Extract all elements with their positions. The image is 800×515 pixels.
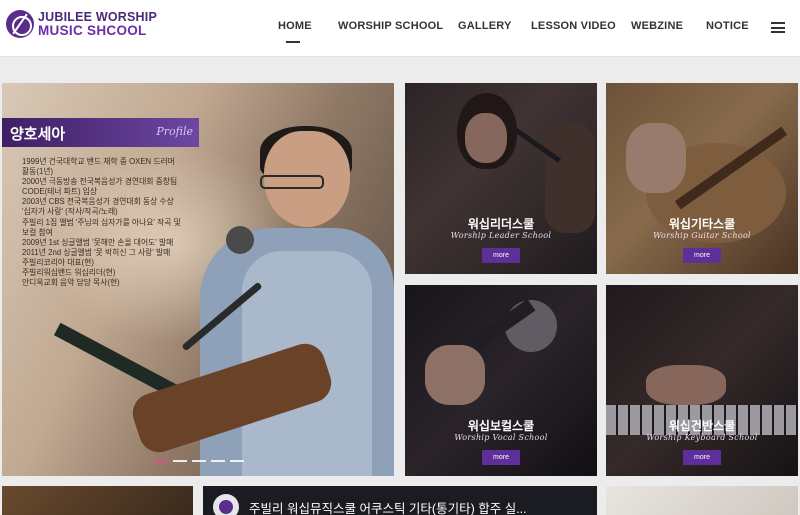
tile-subtitle: Worship Guitar School: [653, 231, 751, 240]
video-title[interactable]: 주빌리 워십뮤직스쿨 어쿠스틱 기타(통기타) 합주 실...: [249, 498, 527, 515]
bottom-thumbnail-right[interactable]: [606, 486, 798, 515]
profile-line: 주빌리코리아 대표(현): [22, 257, 94, 267]
nav-active-indicator: [286, 41, 300, 43]
profile-line: 2009년 1st 싱글앨범 '못해만 손을 대어도' 발매: [22, 237, 174, 247]
tile-title: 워십리더스쿨: [467, 217, 535, 231]
nav-notice[interactable]: NOTICE: [706, 20, 749, 32]
tile-worship-leader-school[interactable]: 워십리더스쿨 Worship Leader School more: [405, 83, 597, 274]
slider-dot-2[interactable]: [173, 460, 187, 462]
more-button[interactable]: more: [683, 248, 721, 263]
nav-worship-school[interactable]: WORSHIP SCHOOL: [338, 20, 443, 32]
tile-subtitle: Worship Leader School: [450, 231, 552, 240]
tile-worship-vocal-school[interactable]: 워십보컬스쿨 Worship Vocal School more: [405, 285, 597, 476]
profile-line: 안디옥교회 음악 담당 목사(현): [22, 278, 120, 288]
nav-webzine[interactable]: WEBZINE: [631, 20, 683, 32]
profile-description: 1999년 건국대학교 밴드 재학 중 OXEN 드러머 활동(1년) 2000…: [22, 157, 207, 288]
site-logo[interactable]: JUBILEE WORSHIP MUSIC SHCOOL: [6, 10, 157, 38]
microphone-head-image: [226, 226, 254, 254]
profile-line: 활동(1년): [22, 167, 54, 177]
profile-line: 주빌리워십밴드 워십리더(현): [22, 268, 116, 278]
slider-dot-5[interactable]: [230, 460, 244, 462]
profile-name: 양호세아: [10, 126, 66, 143]
tile-subtitle: Worship Keyboard School: [646, 433, 758, 442]
slider-dot-3[interactable]: [192, 460, 206, 462]
nav-gallery[interactable]: GALLERY: [458, 20, 512, 32]
tile-subtitle: Worship Vocal School: [454, 433, 548, 442]
singer-glasses-image: [260, 175, 324, 189]
more-button[interactable]: more: [683, 450, 721, 465]
profile-line: '십자가 사랑' (작사/작곡/노래): [22, 207, 118, 217]
video-embed[interactable]: 주빌리 워십뮤직스쿨 어쿠스틱 기타(통기타) 합주 실...: [203, 486, 597, 515]
nav-home[interactable]: HOME: [278, 20, 312, 32]
tile-overlay: [405, 83, 597, 274]
profile-line: CODE(테너 파트) 입상: [22, 187, 98, 197]
channel-avatar[interactable]: [213, 494, 239, 515]
tile-worship-keyboard-school[interactable]: 워십건반스쿨 Worship Keyboard School more: [606, 285, 798, 476]
profile-line: 보컬 참여: [22, 227, 53, 237]
tile-title: 워십보컬스쿨: [467, 419, 535, 433]
logo-mark-icon: [6, 10, 34, 38]
profile-banner: 양호세아 Profile: [2, 118, 199, 147]
profile-tag: Profile: [156, 125, 193, 138]
profile-line: 2003년 CBS 전국복음성가 경연대회 동상 수상: [22, 197, 174, 207]
slider-dot-1[interactable]: [154, 460, 168, 462]
tile-overlay: [405, 285, 597, 476]
hamburger-menu-icon[interactable]: [771, 22, 785, 33]
tile-overlay: [606, 83, 798, 274]
tile-worship-guitar-school[interactable]: 워십기타스쿨 Worship Guitar School more: [606, 83, 798, 274]
profile-line: 2011년 2nd 싱글앨범 '못 박히신 그 사랑' 발매: [22, 247, 171, 257]
nav-lesson-video[interactable]: LESSON VIDEO: [531, 20, 616, 32]
logo-text: JUBILEE WORSHIP MUSIC SHCOOL: [38, 11, 157, 38]
tile-title: 워십건반스쿨: [668, 419, 736, 433]
profile-line: 2000년 극동방송 전국복음성가 경연대회 중창팀: [22, 177, 178, 187]
tile-overlay: [606, 285, 798, 476]
bottom-thumbnail-left[interactable]: [2, 486, 193, 515]
site-header: JUBILEE WORSHIP MUSIC SHCOOL HOME WORSHI…: [0, 0, 800, 57]
hero-slider[interactable]: 양호세아 Profile 1999년 건국대학교 밴드 재학 중 OXEN 드러…: [2, 83, 394, 476]
tile-title: 워십기타스쿨: [668, 217, 736, 231]
profile-line: 주빌리 1집 앨범 '주님의 십자가를 아나요' 작곡 및: [22, 217, 181, 227]
logo-line-2: MUSIC SHCOOL: [38, 23, 147, 38]
profile-line: 1999년 건국대학교 밴드 재학 중 OXEN 드러머: [22, 157, 175, 166]
more-button[interactable]: more: [482, 450, 520, 465]
slider-dot-4[interactable]: [211, 460, 225, 462]
slider-pagination: [154, 460, 244, 462]
more-button[interactable]: more: [482, 248, 520, 263]
